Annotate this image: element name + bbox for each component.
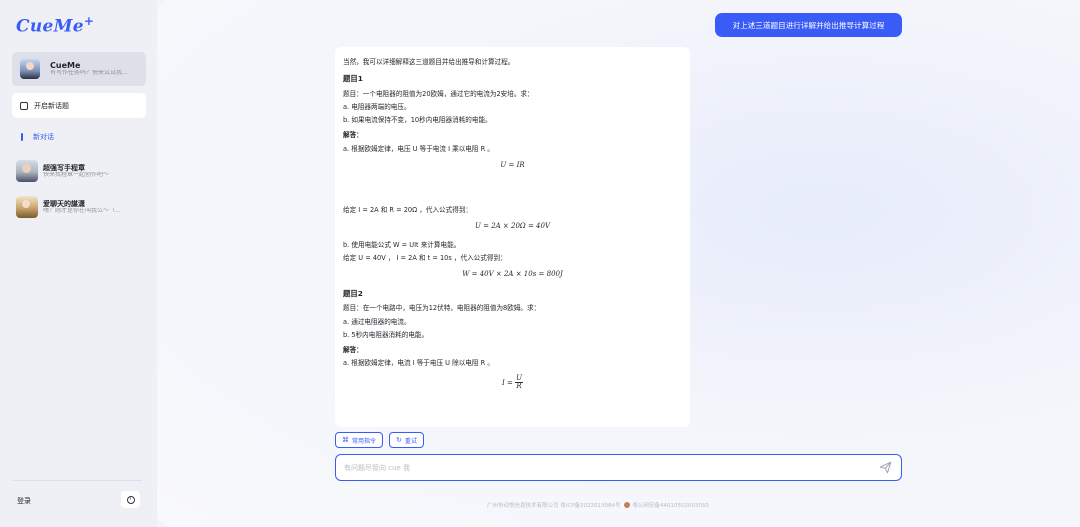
cueme-logo[interactable]: CueMe+ <box>16 14 94 37</box>
equation-voltage-result: U = 2A × 20Ω = 40V <box>474 221 551 230</box>
conversation-subtitle: 快来找程章一起创作吧～ <box>43 171 110 178</box>
conversation-item-chatter[interactable]: 爱聊天的諶潇 嘿？刚才是你在叫我么～（... <box>16 195 150 219</box>
question-1-text: 题目：一个电阻器的阻值为20欧姆，通过它的电流为2安培。求： <box>343 89 534 98</box>
question-2-part-b: b. 5秒内电阻器消耗的电能。 <box>343 330 429 339</box>
equation-current: I = UR <box>502 373 523 391</box>
question-2-part-a: a. 通过电阻器的电流。 <box>343 317 411 326</box>
conversation-name: 爱聊天的諶潇 <box>43 199 85 208</box>
chat-input[interactable] <box>344 463 864 472</box>
equation-ohms-law: U = IR <box>500 160 525 169</box>
question-1-title: 题目1 <box>343 74 363 84</box>
info-button[interactable]: i <box>121 491 140 508</box>
info-icon: i <box>126 495 135 504</box>
question-1-solution-b: b. 使用电能公式 W = UIt 来计算电能。 <box>343 240 461 249</box>
conversation-subtitle: 嘿？刚才是你在叫我么～（... <box>43 207 121 214</box>
new-conversation-label: 新对话 <box>33 133 54 141</box>
bot-subtitle: 有写作任务吗？快来试试我... <box>50 70 128 77</box>
chat-main: 对上述三道题目进行详解并给出推导计算过程 当然，我可以详细解释这三道题目并给出推… <box>157 0 1080 527</box>
question-1-solution-a: a. 根据欧姆定律，电压 U 等于电流 I 乘以电阻 R 。 <box>343 144 494 153</box>
cueme-avatar <box>20 59 40 79</box>
user-message-bubble: 对上述三道题目进行详解并给出推导计算过程 <box>715 13 902 37</box>
footer-company[interactable]: 广州市动悦信息技术有限公司 粤ICP备2022013084号 <box>487 501 621 509</box>
conversation-name: 超强写手程章 <box>43 163 85 172</box>
new-topic-icon <box>20 101 28 110</box>
new-topic-label: 开启新话题 <box>34 101 69 110</box>
login-link[interactable]: 登录 <box>17 496 31 506</box>
active-indicator <box>21 133 23 141</box>
question-2-solution-label: 解答： <box>343 346 363 355</box>
action-chips: ⌘ 常用指令 ↻ 重试 <box>335 432 424 448</box>
send-icon[interactable] <box>879 461 892 474</box>
question-2-text: 题目：在一个电路中，电压为12伏特，电阻器的阻值为8欧姆。求： <box>343 304 541 313</box>
active-bot-item[interactable]: CueMe 有写作任务吗？快来试试我... <box>12 52 146 86</box>
new-topic-button[interactable]: 开启新话题 <box>12 93 146 118</box>
writer-avatar <box>16 160 38 182</box>
refresh-icon: ↻ <box>396 436 402 444</box>
sidebar-divider <box>12 480 142 481</box>
question-1-given-2: 给定 U = 40V ， I = 2A 和 t = 10s ，代入公式得到： <box>343 253 507 262</box>
question-1-part-b: b. 如果电流保持不变，10秒内电阻器消耗的电能。 <box>343 116 492 125</box>
bot-name: CueMe <box>50 60 81 70</box>
assistant-answer-card: 当然，我可以详细解释这三道题目并给出推导和计算过程。 题目1 题目：一个电阻器的… <box>335 47 690 427</box>
sidebar: CueMe+ CueMe 有写作任务吗？快来试试我... 开启新话题 新对话 超… <box>0 0 157 527</box>
question-1-part-a: a. 电阻器两端的电压。 <box>343 102 411 111</box>
footer-police[interactable]: 粤公网安备44010502003055 <box>633 501 710 509</box>
chatter-avatar <box>16 196 38 218</box>
answer-intro: 当然，我可以详细解释这三道题目并给出推导和计算过程。 <box>343 58 515 66</box>
common-commands-button[interactable]: ⌘ 常用指令 <box>335 432 384 448</box>
question-1-given-1: 给定 I = 2A 和 R = 20Ω ，代入公式得到： <box>343 205 473 214</box>
conversation-item-writer[interactable]: 超强写手程章 快来找程章一起创作吧～ <box>16 159 150 183</box>
command-icon: ⌘ <box>342 436 349 444</box>
footer: 广州市动悦信息技术有限公司 粤ICP备2022013084号 粤公网安备4401… <box>487 501 709 509</box>
question-2-title: 题目2 <box>343 288 363 298</box>
equation-energy-result: W = 40V × 2A × 10s = 800J <box>462 270 563 279</box>
retry-button[interactable]: ↻ 重试 <box>389 432 424 448</box>
question-1-solution-label: 解答： <box>343 131 363 140</box>
police-badge-icon <box>623 502 630 508</box>
new-conversation-item[interactable]: 新对话 <box>21 132 54 142</box>
question-2-solution-a: a. 根据欧姆定律，电流 I 等于电压 U 除以电阻 R 。 <box>343 359 494 368</box>
chat-input-box <box>335 454 902 481</box>
